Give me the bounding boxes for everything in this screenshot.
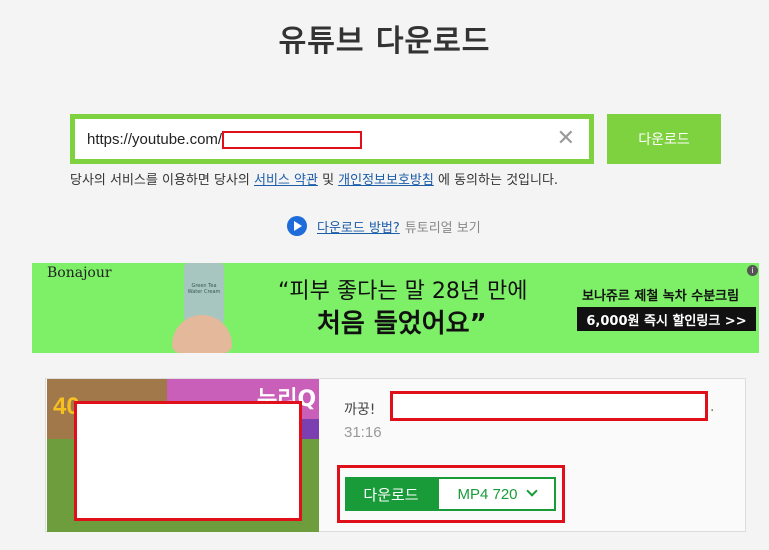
info-icon[interactable]: i xyxy=(747,265,758,276)
video-thumbnail: 40 누리Q xyxy=(47,379,319,532)
terms-prefix: 당사의 서비스를 이용하면 당사의 xyxy=(70,173,250,188)
video-title: 까꿍! xyxy=(344,402,376,418)
howto-link[interactable]: 다운로드 방법? xyxy=(317,217,400,236)
video-title-suffix: . xyxy=(710,399,715,415)
ad-product-title: 보나쥬르 제철 녹차 수분크림 xyxy=(582,289,740,304)
download-button[interactable]: 다운로드 xyxy=(607,114,721,164)
redacted-thumbnail-area xyxy=(74,401,302,521)
ad-brand: Bonajour xyxy=(47,265,112,281)
redacted-url-part xyxy=(222,131,362,149)
ad-headline-1: “피부 좋다는 말 28년 만에 xyxy=(278,279,528,304)
ad-cta-button[interactable]: 6,000원 즉시 할인링크 >> xyxy=(577,307,756,331)
video-duration: 31:16 xyxy=(344,424,382,441)
tutorial-label: 튜토리얼 보기 xyxy=(404,220,481,236)
terms-mid: 및 xyxy=(322,173,335,188)
terms-suffix: 에 동의하는 것입니다. xyxy=(438,173,559,188)
format-select[interactable]: MP4 720 xyxy=(437,477,556,511)
close-icon[interactable]: ✕ xyxy=(557,128,575,150)
video-download-button[interactable]: 다운로드 xyxy=(345,477,437,511)
chevron-down-icon xyxy=(525,485,538,497)
howto-row: 다운로드 방법? 튜토리얼 보기 xyxy=(287,216,481,236)
url-input-container[interactable]: ✕ xyxy=(70,114,594,164)
format-value: MP4 720 xyxy=(457,485,518,503)
privacy-policy-link[interactable]: 개인정보보호방침 xyxy=(338,173,434,188)
play-icon[interactable] xyxy=(287,216,307,236)
product-tube-label: Green Tea Water Cream xyxy=(187,283,221,295)
terms-of-service-link[interactable]: 서비스 약관 xyxy=(254,173,318,188)
ad-headline-2: 처음 들었어요” xyxy=(317,309,487,339)
ad-banner[interactable]: Bonajour Green Tea Water Cream “피부 좋다는 말… xyxy=(32,263,759,353)
redacted-title xyxy=(390,391,708,421)
video-result-card: 40 누리Q 까꿍! . 31:16 다운로드 MP4 720 xyxy=(45,378,746,532)
terms-notice: 당사의 서비스를 이용하면 당사의 서비스 약관 및 개인정보보호방침 에 동의… xyxy=(70,169,558,188)
page-title: 유튜브 다운로드 xyxy=(278,24,491,59)
